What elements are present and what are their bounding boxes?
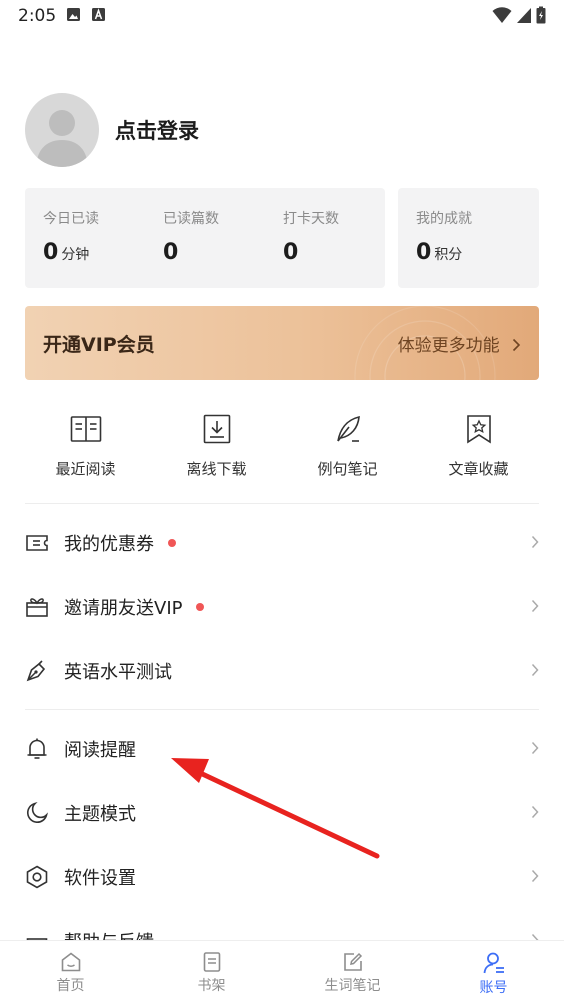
stat-unit: 分钟 — [61, 247, 90, 263]
stat-value: 0 — [416, 240, 432, 265]
bottom-tab-bar: 首页 书架 生词笔记 账号 — [0, 940, 564, 1002]
open-book-icon — [70, 416, 101, 442]
menu-item-theme[interactable]: 主题模式 — [25, 793, 539, 833]
tab-label: 书架 — [197, 978, 226, 994]
reading-stats-card: 今日已读 0 分钟 已读篇数 0 打卡天数 0 — [25, 188, 385, 288]
quick-actions: 最近阅读 离线下载 例句笔记 文章收藏 — [20, 412, 544, 482]
stat-label: 已读篇数 — [163, 211, 219, 227]
stat-value: 0 — [43, 240, 59, 265]
settings-hexagon-icon — [26, 865, 48, 889]
achievements-card[interactable]: 我的成就 0 积分 — [398, 188, 539, 288]
menu-label: 我的优惠券 — [64, 534, 154, 555]
vip-more-link[interactable]: 体验更多功能 — [398, 331, 521, 356]
tab-label: 首页 — [56, 978, 85, 994]
profile-header[interactable]: 点击登录 — [25, 93, 199, 167]
menu-label: 阅读提醒 — [64, 740, 136, 761]
quick-saved-articles[interactable]: 文章收藏 — [413, 412, 544, 482]
quick-offline-download[interactable]: 离线下载 — [151, 412, 282, 482]
image-notification-icon — [67, 8, 80, 21]
quick-label: 文章收藏 — [448, 460, 509, 478]
stat-value: 0 — [283, 240, 299, 265]
edit-note-icon — [343, 952, 362, 971]
stat-articles-read: 已读篇数 0 — [163, 208, 219, 265]
bell-icon — [27, 738, 47, 759]
stat-label: 打卡天数 — [283, 211, 339, 227]
tab-account[interactable]: 账号 — [423, 941, 564, 1002]
book-icon — [203, 952, 220, 972]
stat-today-read: 今日已读 0 分钟 — [43, 208, 99, 265]
moon-icon — [26, 802, 48, 824]
chevron-right-icon — [531, 741, 539, 755]
quick-label: 离线下载 — [186, 460, 247, 478]
bookmark-star-icon — [466, 415, 491, 444]
stat-label: 今日已读 — [43, 211, 99, 227]
menu-label: 英语水平测试 — [64, 662, 172, 683]
menu-label: 邀请朋友送VIP — [64, 598, 183, 619]
avatar[interactable] — [25, 93, 99, 167]
status-time: 2:05 — [18, 6, 57, 26]
vip-more-label: 体验更多功能 — [397, 336, 500, 356]
notification-dot — [168, 539, 176, 547]
feather-icon — [336, 415, 360, 442]
chevron-right-icon — [531, 805, 539, 819]
chevron-right-icon — [512, 338, 521, 352]
cellular-signal-icon — [517, 8, 531, 23]
status-bar: 2:05 — [0, 0, 564, 32]
home-icon — [61, 952, 80, 972]
menu-item-coupons[interactable]: 我的优惠券 — [25, 523, 539, 563]
font-notification-icon — [92, 8, 105, 21]
stat-achievements: 我的成就 0 积分 — [416, 208, 472, 265]
menu-label: 软件设置 — [64, 868, 136, 889]
quick-recent-reading[interactable]: 最近阅读 — [20, 412, 151, 482]
download-icon — [203, 414, 230, 444]
quick-label: 最近阅读 — [55, 460, 116, 478]
tab-label: 生词笔记 — [324, 978, 381, 994]
menu-item-reading-reminder[interactable]: 阅读提醒 — [25, 729, 539, 769]
menu-item-level-test[interactable]: 英语水平测试 — [25, 651, 539, 691]
pen-nib-icon — [26, 660, 46, 682]
divider — [25, 503, 539, 504]
chevron-right-icon — [531, 663, 539, 677]
account-icon — [483, 952, 504, 974]
tab-label: 账号 — [479, 980, 508, 996]
chevron-right-icon — [531, 599, 539, 613]
vip-banner[interactable]: 开通VIP会员 体验更多功能 — [25, 306, 539, 380]
stat-label: 我的成就 — [416, 211, 472, 227]
chevron-right-icon — [531, 869, 539, 883]
menu-label: 主题模式 — [64, 804, 136, 825]
battery-icon — [536, 6, 546, 24]
stat-value: 0 — [163, 240, 179, 265]
default-avatar-icon — [36, 110, 88, 167]
tab-vocab-notes[interactable]: 生词笔记 — [282, 941, 423, 1002]
stat-unit: 积分 — [434, 247, 463, 263]
chevron-right-icon — [531, 535, 539, 549]
ticket-icon — [26, 535, 48, 551]
tab-bookshelf[interactable]: 书架 — [141, 941, 282, 1002]
vip-title: 开通VIP会员 — [43, 334, 155, 356]
menu-item-invite[interactable]: 邀请朋友送VIP — [25, 587, 539, 627]
quick-sentence-notes[interactable]: 例句笔记 — [282, 412, 413, 482]
divider — [25, 709, 539, 710]
gift-icon — [26, 598, 48, 617]
menu-item-settings[interactable]: 软件设置 — [25, 857, 539, 897]
wifi-icon — [492, 7, 512, 23]
login-link[interactable]: 点击登录 — [115, 115, 199, 145]
tab-home[interactable]: 首页 — [0, 941, 141, 1002]
quick-label: 例句笔记 — [317, 460, 378, 478]
stat-checkin-days: 打卡天数 0 — [283, 208, 339, 265]
notification-dot — [196, 603, 205, 611]
